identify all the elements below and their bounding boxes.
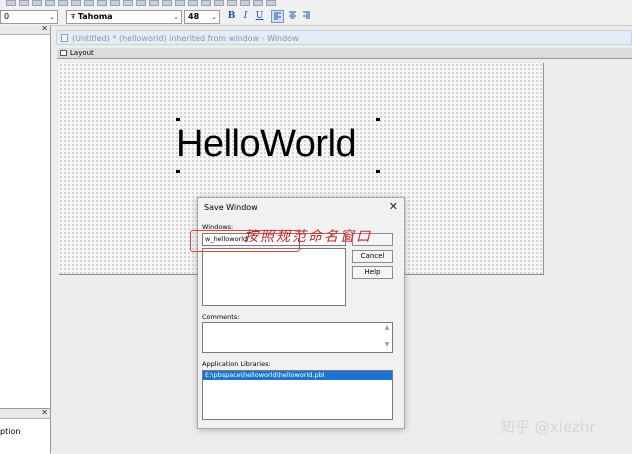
toolbar-icon[interactable] bbox=[162, 0, 172, 6]
truetype-icon: Ŧ bbox=[71, 13, 76, 21]
annotation-text: 按照规范命名窗口 bbox=[244, 229, 372, 245]
layout-icon bbox=[60, 50, 67, 56]
watermark: 知乎 @xiezhr bbox=[500, 418, 596, 436]
window-painter-titlebar: (Untitled) * (helloworld) inherited from… bbox=[56, 30, 632, 45]
align-left-icon bbox=[274, 12, 281, 20]
comments-scrollbar[interactable]: ▲ ▼ bbox=[383, 324, 391, 351]
align-right-icon bbox=[303, 11, 310, 19]
toolbar-icon[interactable] bbox=[19, 0, 29, 6]
close-icon[interactable]: ✕ bbox=[389, 200, 398, 213]
font-size-combo[interactable]: 48 ⌄ bbox=[184, 10, 220, 24]
help-button[interactable]: Help bbox=[352, 266, 393, 279]
font-size-value: 48 bbox=[188, 12, 200, 21]
toolbar-icon[interactable] bbox=[84, 0, 94, 6]
toolbar: 0 ⌄ Ŧ Tahoma ⌄ 48 ⌄ B I U bbox=[0, 0, 632, 26]
toolbar-icon[interactable] bbox=[97, 0, 107, 6]
toolbar-icon[interactable] bbox=[32, 0, 42, 6]
libraries-label: Application Libraries: bbox=[202, 360, 271, 368]
bottom-pane-label: ption bbox=[0, 427, 21, 436]
close-icon[interactable]: ✕ bbox=[41, 408, 48, 417]
window-painter-title: (Untitled) * (helloworld) inherited from… bbox=[72, 34, 299, 43]
tab-layout-label: Layout bbox=[70, 49, 94, 57]
style-combo-value: 0 bbox=[4, 12, 10, 21]
cancel-button[interactable]: Cancel bbox=[352, 250, 393, 263]
toolbar-icon[interactable] bbox=[58, 0, 68, 6]
selection-handle[interactable] bbox=[176, 170, 180, 173]
document-icon bbox=[61, 34, 68, 42]
toolbar-icon[interactable] bbox=[110, 0, 120, 6]
library-row-selected[interactable]: E:\pbspace\helloworld\helloworld.pbl bbox=[203, 371, 392, 380]
bold-button[interactable]: B bbox=[225, 10, 238, 23]
italic-button[interactable]: I bbox=[239, 10, 252, 23]
close-icon[interactable]: ✕ bbox=[41, 24, 48, 33]
chevron-down-icon: ⌄ bbox=[211, 13, 217, 21]
libraries-list[interactable]: E:\pbspace\helloworld\helloworld.pbl bbox=[202, 370, 393, 420]
scroll-down-icon[interactable]: ▼ bbox=[383, 341, 391, 349]
toolbar-icon[interactable] bbox=[214, 0, 224, 6]
dialog-title: Save Window bbox=[204, 203, 258, 212]
left-panel-titlebar: ✕ bbox=[0, 24, 50, 35]
tab-layout[interactable]: Layout bbox=[57, 48, 632, 59]
toolbar-icon[interactable] bbox=[227, 0, 237, 6]
toolbar-icon[interactable] bbox=[188, 0, 198, 6]
selection-handle[interactable] bbox=[376, 118, 380, 121]
bottom-left-pane: ✕ ption bbox=[0, 408, 50, 454]
static-text-helloworld[interactable]: HelloWorld bbox=[176, 121, 357, 167]
chevron-down-icon: ⌄ bbox=[49, 13, 55, 21]
comments-label: Comments: bbox=[202, 313, 240, 321]
font-name-combo[interactable]: Ŧ Tahoma ⌄ bbox=[66, 10, 182, 24]
align-center-icon bbox=[289, 11, 296, 19]
font-name-value: Tahoma bbox=[77, 12, 113, 21]
toolbar-icon[interactable] bbox=[71, 0, 81, 6]
toolbar-icon[interactable] bbox=[201, 0, 211, 6]
align-right-button[interactable] bbox=[300, 10, 313, 23]
toolbar-icon[interactable] bbox=[123, 0, 133, 6]
chevron-down-icon: ⌄ bbox=[173, 13, 179, 21]
toolbar-icon[interactable] bbox=[136, 0, 146, 6]
bottom-pane-titlebar: ✕ bbox=[0, 408, 50, 419]
align-left-button[interactable] bbox=[271, 10, 284, 23]
toolbar-icon[interactable] bbox=[240, 0, 250, 6]
toolbar-icon[interactable] bbox=[6, 0, 16, 6]
toolbar-icon[interactable] bbox=[45, 0, 55, 6]
toolbar-icon[interactable] bbox=[253, 0, 263, 6]
scroll-up-icon[interactable]: ▲ bbox=[383, 324, 391, 332]
align-center-button[interactable] bbox=[286, 10, 299, 23]
left-panel: ✕ bbox=[0, 24, 51, 453]
selection-handle[interactable] bbox=[176, 118, 180, 121]
windows-list[interactable] bbox=[202, 248, 346, 306]
toolbar-icon[interactable] bbox=[149, 0, 159, 6]
comments-textarea[interactable]: ▲ ▼ bbox=[202, 322, 393, 353]
style-combo[interactable]: 0 ⌄ bbox=[0, 10, 58, 24]
underline-button[interactable]: U bbox=[253, 10, 266, 23]
toolbar-icon-strip bbox=[0, 0, 316, 7]
selection-handle[interactable] bbox=[376, 170, 380, 173]
toolbar-icon[interactable] bbox=[266, 0, 276, 6]
toolbar-icon[interactable] bbox=[175, 0, 185, 6]
